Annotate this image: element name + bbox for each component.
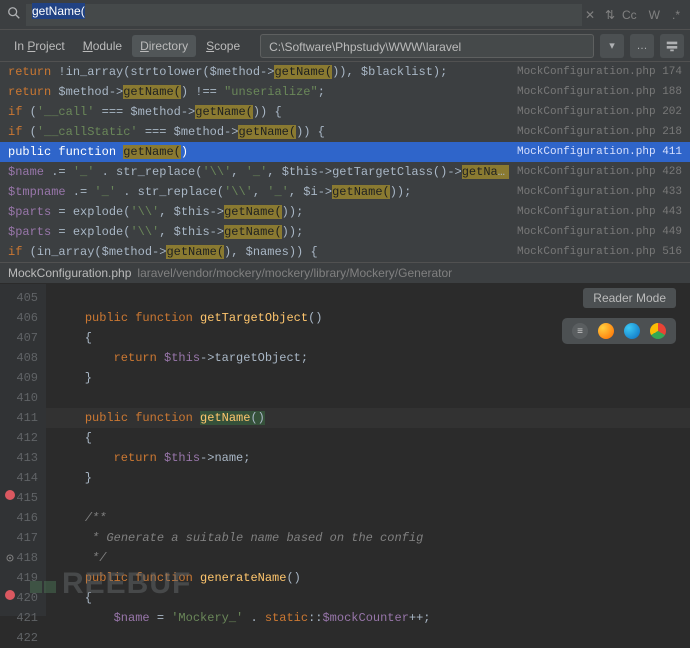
preview-header: MockConfiguration.php laravel/vendor/moc… bbox=[0, 262, 690, 284]
directory-path-input[interactable]: C:\Software\Phpstudy\WWW\laravel bbox=[260, 34, 594, 58]
scope-directory[interactable]: Directory bbox=[132, 35, 196, 57]
scope-module[interactable]: Module bbox=[75, 35, 130, 57]
search-bar: getName( ✕ ⇅ Cc W .* bbox=[0, 0, 690, 30]
search-result-row[interactable]: if ('__call' === $method->getName()) {Mo… bbox=[0, 102, 690, 122]
gear-icon[interactable] bbox=[5, 550, 15, 560]
search-result-row[interactable]: $parts = explode('\\', $this->getName())… bbox=[0, 222, 690, 242]
watermark: REEBUF bbox=[30, 567, 191, 601]
close-icon[interactable]: ✕ bbox=[582, 8, 598, 22]
search-input[interactable]: getName( bbox=[26, 4, 582, 26]
path-browse-button[interactable]: … bbox=[630, 34, 654, 58]
match-case-toggle[interactable]: Cc bbox=[622, 8, 637, 22]
breakpoint-icon[interactable] bbox=[5, 590, 15, 600]
code-preview: Reader Mode ≡ 40540640740840941041141241… bbox=[0, 284, 690, 616]
firefox-icon[interactable] bbox=[598, 323, 614, 339]
words-toggle[interactable]: W bbox=[649, 8, 660, 22]
pin-icon[interactable]: ⇅ bbox=[602, 8, 618, 22]
browser-launchers-dock: ≡ bbox=[562, 318, 676, 344]
scope-bar: In ProjectModuleDirectoryScope C:\Softwa… bbox=[0, 30, 690, 62]
chrome-icon[interactable] bbox=[650, 323, 666, 339]
search-result-row[interactable]: $parts = explode('\\', $this->getName())… bbox=[0, 202, 690, 222]
path-dropdown-button[interactable]: ▾ bbox=[600, 34, 624, 58]
reader-mode-button[interactable]: Reader Mode bbox=[583, 288, 676, 308]
regex-toggle[interactable]: .* bbox=[672, 8, 680, 22]
edge-icon[interactable] bbox=[624, 323, 640, 339]
preview-filepath: laravel/vendor/mockery/mockery/library/M… bbox=[137, 266, 452, 280]
search-options-group: Cc W .* bbox=[622, 8, 684, 22]
search-icon bbox=[6, 6, 22, 23]
search-result-row[interactable]: if ('__callStatic' === $method->getName(… bbox=[0, 122, 690, 142]
search-result-row[interactable]: if (in_array($method->getName(), $names)… bbox=[0, 242, 690, 262]
search-result-row[interactable]: public function getName()MockConfigurati… bbox=[0, 142, 690, 162]
scope-project[interactable]: In Project bbox=[6, 35, 73, 57]
search-result-row[interactable]: return !in_array(strtolower($method->get… bbox=[0, 62, 690, 82]
builtin-preview-icon[interactable]: ≡ bbox=[572, 323, 588, 339]
breakpoint-icon[interactable] bbox=[5, 490, 15, 500]
search-result-row[interactable]: return $method->getName() !== "unseriali… bbox=[0, 82, 690, 102]
file-mask-button[interactable] bbox=[660, 34, 684, 58]
search-results-list: return !in_array(strtolower($method->get… bbox=[0, 62, 690, 262]
search-result-row[interactable]: $name .= '_' . str_replace('\\', '_', $t… bbox=[0, 162, 690, 182]
scope-scope[interactable]: Scope bbox=[198, 35, 248, 57]
preview-filename: MockConfiguration.php bbox=[8, 266, 131, 280]
search-result-row[interactable]: $tmpname .= '_' . str_replace('\\', '_',… bbox=[0, 182, 690, 202]
